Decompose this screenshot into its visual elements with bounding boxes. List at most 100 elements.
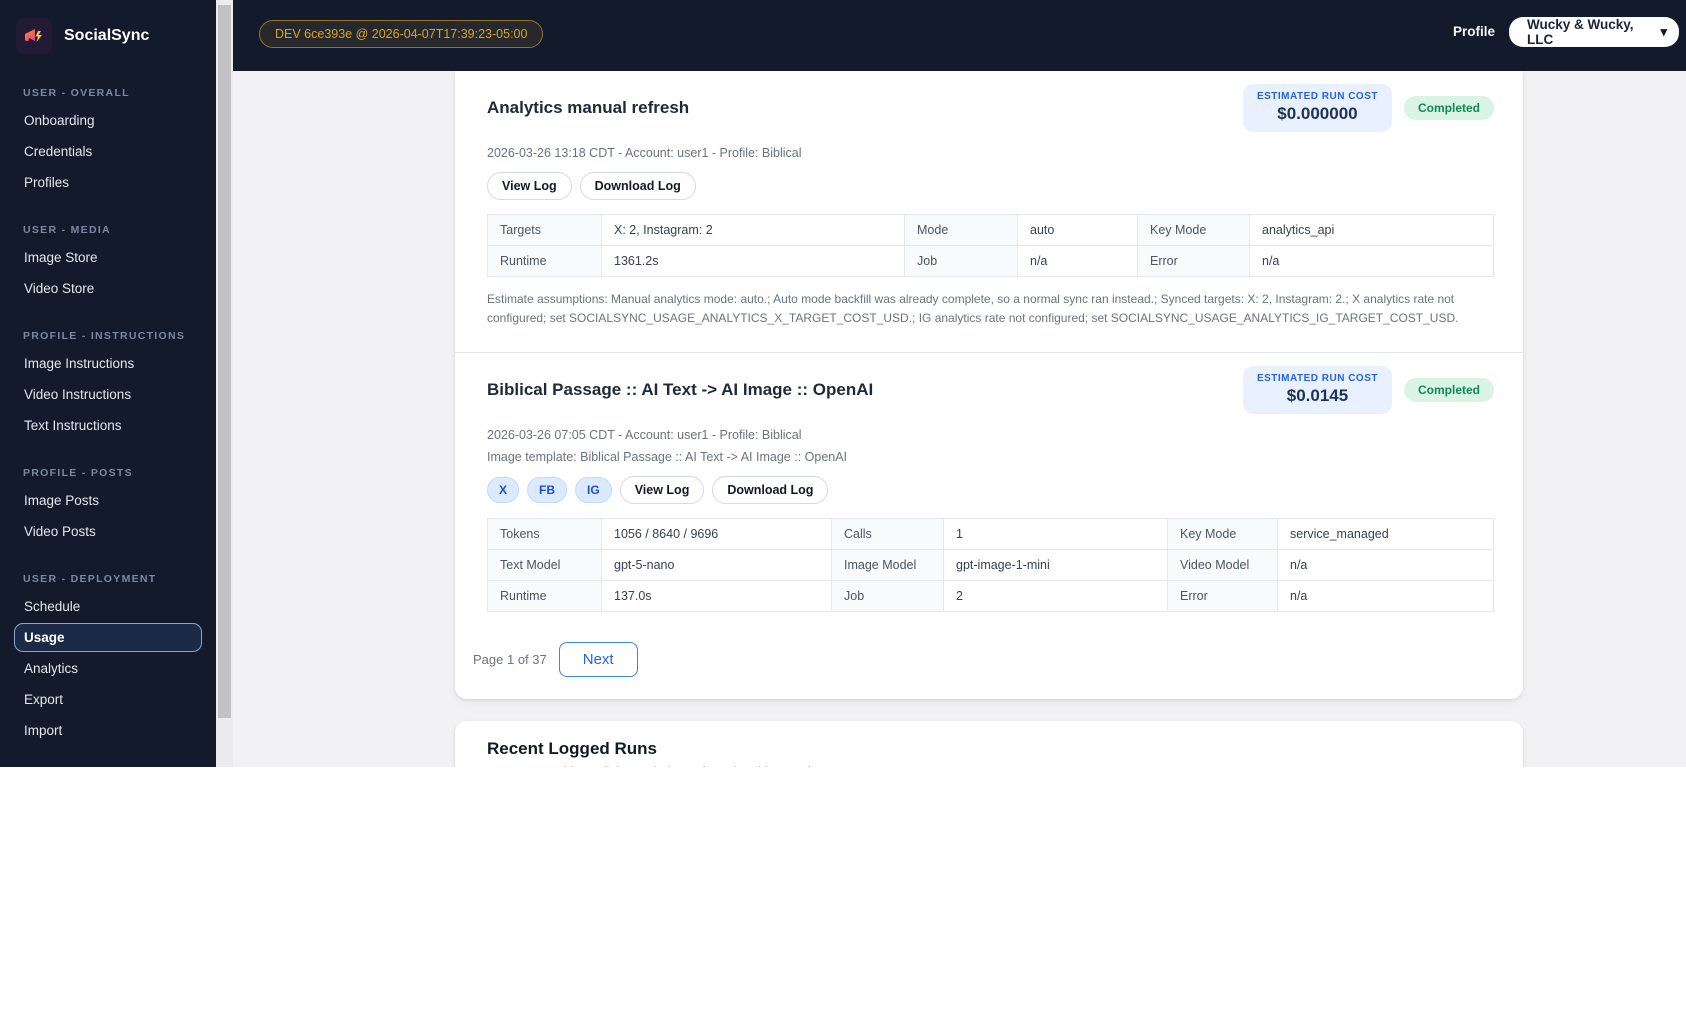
sidebar-item-import[interactable]: Import (14, 716, 202, 745)
run-meta: 2026-03-26 07:05 CDT - Account: user1 - … (487, 428, 802, 443)
main-area: DEV 6ce393e @ 2026-04-07T17:39:23-05:00 … (233, 0, 1686, 767)
section-label: PROFILE - POSTS (23, 467, 133, 479)
run-detail-table: Tokens 1056 / 8640 / 9696 Calls 1 Key Mo… (487, 518, 1494, 613)
table-row: Text Model gpt-5-nano Image Model gpt-im… (487, 549, 1494, 582)
cell-value: 1056 / 8640 / 9696 (601, 518, 832, 551)
download-log-button[interactable]: Download Log (579, 172, 696, 200)
sidebar-item-image-store[interactable]: Image Store (14, 243, 202, 272)
sidebar-scrollbar[interactable] (216, 0, 233, 767)
recent-runs-title: Recent Logged Runs (487, 739, 658, 759)
cell-value: n/a (1017, 245, 1138, 277)
cell-value: 1 (943, 518, 1168, 551)
cell-value: 137.0s (601, 580, 832, 613)
profile-group: Profile Wucky & Wucky, LLC ▾ (1452, 16, 1679, 47)
run-entry-analytics-refresh: Analytics manual refresh ESTIMATED RUN C… (455, 71, 1523, 352)
profile-label: Profile (1452, 24, 1495, 39)
page-indicator: Page 1 of 37 (473, 652, 547, 668)
section-label: PROFILE - INSTRUCTIONS (23, 330, 186, 342)
estimated-run-cost-box: ESTIMATED RUN COST $0.0145 (1242, 366, 1392, 415)
content-scroll-area[interactable]: Analytics manual refresh ESTIMATED RUN C… (233, 71, 1686, 767)
cell-label: Text Model (487, 549, 602, 582)
sidebar-item-onboarding[interactable]: Onboarding (14, 106, 202, 135)
sidebar-item-image-posts[interactable]: Image Posts (14, 486, 202, 515)
sidebar-item-schedule[interactable]: Schedule (14, 592, 202, 621)
cell-label: Runtime (487, 580, 602, 613)
pagination: Page 1 of 37 Next (455, 636, 1523, 699)
sidebar-item-video-posts[interactable]: Video Posts (14, 517, 202, 546)
cell-label: Video Model (1167, 549, 1278, 582)
dev-build-badge: DEV 6ce393e @ 2026-04-07T17:39:23-05:00 (259, 19, 544, 48)
cell-label: Calls (831, 518, 944, 551)
cell-label: Error (1167, 580, 1278, 613)
view-log-button[interactable]: View Log (487, 172, 572, 200)
table-row: Runtime 1361.2s Job n/a Error n/a (487, 245, 1494, 277)
cell-value: analytics_api (1249, 214, 1494, 246)
next-page-button[interactable]: Next (558, 642, 638, 678)
table-row: Runtime 137.0s Job 2 Error n/a (487, 580, 1494, 613)
cell-value: 1361.2s (601, 245, 905, 277)
sidebar-section-user-media: USER - MEDIA Image Store Video Store (14, 220, 202, 303)
cell-value: service_managed (1277, 518, 1494, 551)
cell-value: auto (1017, 214, 1138, 246)
cell-value: gpt-image-1-mini (943, 549, 1168, 582)
sidebar-item-video-instructions[interactable]: Video Instructions (14, 380, 202, 409)
logo-row: SocialSync (14, 16, 202, 60)
cell-label: Key Mode (1167, 518, 1278, 551)
profile-select[interactable]: Wucky & Wucky, LLC ▾ (1509, 16, 1679, 47)
usage-runs-card: Analytics manual refresh ESTIMATED RUN C… (455, 71, 1523, 700)
table-row: Tokens 1056 / 8640 / 9696 Calls 1 Key Mo… (487, 518, 1494, 551)
chevron-down-icon: ▾ (1660, 23, 1667, 39)
topbar: DEV 6ce393e @ 2026-04-07T17:39:23-05:00 … (233, 0, 1686, 71)
recent-runs-subtitle: Latest 10 run history links carried over… (487, 765, 1491, 767)
cell-label: Image Model (831, 549, 944, 582)
app-window: SocialSync USER - OVERALL Onboarding Cre… (0, 0, 1686, 767)
sidebar-item-credentials[interactable]: Credentials (14, 137, 202, 166)
view-log-button[interactable]: View Log (619, 476, 705, 505)
sidebar: SocialSync USER - OVERALL Onboarding Cre… (0, 0, 216, 767)
section-label: USER - MEDIA (23, 224, 111, 236)
network-badge-fb: FB (527, 477, 568, 504)
run-detail-table: Targets X: 2, Instagram: 2 Mode auto Key… (487, 214, 1494, 277)
profile-select-value: Wucky & Wucky, LLC (1527, 16, 1634, 47)
estimated-run-cost-box: ESTIMATED RUN COST $0.000000 (1242, 84, 1392, 132)
run-title: Biblical Passage :: AI Text -> AI Image … (487, 380, 874, 400)
cell-label: Job (904, 245, 1018, 277)
table-row: Targets X: 2, Instagram: 2 Mode auto Key… (487, 214, 1494, 246)
sidebar-item-video-store[interactable]: Video Store (14, 274, 202, 303)
sidebar-section-profile-posts: PROFILE - POSTS Image Posts Video Posts (14, 463, 202, 546)
cell-label: Error (1137, 245, 1250, 277)
cost-label: ESTIMATED RUN COST (1256, 373, 1378, 385)
cell-label: Mode (904, 214, 1018, 246)
cell-value: n/a (1277, 549, 1494, 582)
estimate-assumptions-note: Estimate assumptions: Manual analytics m… (487, 292, 1459, 326)
status-badge: Completed (1403, 96, 1494, 120)
sidebar-item-image-instructions[interactable]: Image Instructions (14, 349, 202, 378)
network-badge-x: X (487, 477, 520, 504)
cell-value: X: 2, Instagram: 2 (601, 214, 905, 246)
sidebar-item-text-instructions[interactable]: Text Instructions (14, 411, 202, 440)
sidebar-section-profile-instructions: PROFILE - INSTRUCTIONS Image Instruction… (14, 326, 202, 440)
cell-value: gpt-5-nano (601, 549, 832, 582)
cost-value: $0.000000 (1277, 104, 1358, 123)
section-label: USER - OVERALL (23, 87, 130, 99)
app-title: SocialSync (64, 27, 150, 44)
cell-label: Targets (487, 214, 602, 246)
cell-value: 2 (943, 580, 1168, 613)
megaphone-logo-icon (16, 18, 52, 54)
run-meta: 2026-03-26 13:18 CDT - Account: user1 - … (487, 146, 802, 160)
sidebar-section-user-overall: USER - OVERALL Onboarding Credentials Pr… (14, 83, 202, 197)
image-template-line: Image template: Biblical Passage :: AI T… (487, 450, 848, 465)
cost-value: $0.0145 (1286, 386, 1349, 406)
sidebar-section-user-deployment: USER - DEPLOYMENT Schedule Usage Analyti… (14, 569, 202, 745)
run-title: Analytics manual refresh (487, 98, 690, 117)
sidebar-item-analytics[interactable]: Analytics (14, 654, 202, 683)
sidebar-item-profiles[interactable]: Profiles (14, 168, 202, 197)
section-label: USER - DEPLOYMENT (23, 573, 157, 585)
scrollbar-thumb[interactable] (218, 5, 231, 719)
cell-label: Runtime (487, 245, 602, 277)
cost-label: ESTIMATED RUN COST (1256, 91, 1378, 102)
cell-label: Tokens (487, 518, 602, 551)
download-log-button[interactable]: Download Log (712, 476, 829, 505)
sidebar-item-usage[interactable]: Usage (14, 623, 202, 652)
sidebar-item-export[interactable]: Export (14, 685, 202, 714)
